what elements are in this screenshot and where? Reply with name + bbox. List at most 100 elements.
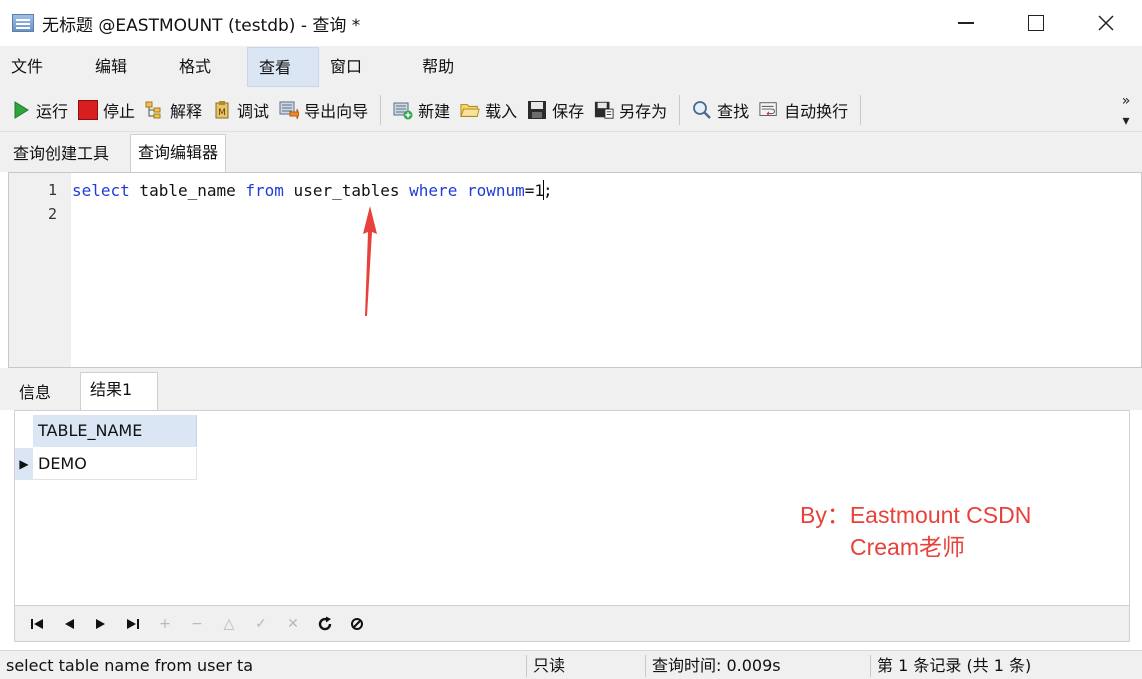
tab-query-editor[interactable]: 查询编辑器 [130, 134, 227, 172]
record-navigator: + − △ ✓ ✕ [14, 606, 1130, 642]
add-record-icon[interactable]: + [149, 609, 181, 639]
line-number: 2 [47, 205, 57, 223]
toolbar-overflow-chevron-icon[interactable]: » ▾ [1116, 88, 1136, 132]
result-tab-strip: 信息 结果1 [0, 368, 1142, 410]
export-wizard-button[interactable]: 导出向导 [274, 92, 373, 128]
save-button[interactable]: 保存 [522, 92, 589, 128]
find-button[interactable]: 查找 [687, 92, 754, 128]
watermark-line-2: Cream老师 [850, 534, 966, 560]
word-wrap-button[interactable]: 自动换行 [754, 92, 853, 128]
word-wrap-icon [759, 100, 779, 120]
identifier-user-tables: user_tables [283, 181, 410, 200]
load-button[interactable]: 载入 [455, 92, 522, 128]
semicolon: ; [543, 181, 553, 200]
status-separator [526, 655, 527, 677]
operator-equals: = [524, 181, 535, 200]
line-number-gutter: 1 2 [9, 173, 71, 367]
maximize-button[interactable] [1001, 0, 1071, 46]
status-separator [870, 655, 871, 677]
toolbar-separator [860, 94, 862, 125]
column-header-table-name[interactable]: TABLE_NAME [33, 415, 197, 447]
toolbar: 运行 停止 解释 M 调试 导出向导 新建 载入 保存 另存为 查找 自动换行 [0, 88, 1142, 132]
find-label: 查找 [717, 101, 750, 121]
watermark-line-1: By：Eastmount CSDN [800, 502, 1032, 528]
editor-tab-strip: 查询创建工具 查询编辑器 [0, 132, 1142, 172]
status-separator [645, 655, 646, 677]
keyword-where: where [409, 181, 458, 200]
apply-changes-icon[interactable]: ✓ [245, 609, 277, 639]
menu-view[interactable]: 查看 [247, 47, 320, 87]
refresh-icon[interactable] [309, 609, 341, 639]
close-button[interactable] [1071, 0, 1141, 46]
debug-button[interactable]: M 调试 [207, 92, 274, 128]
current-row-indicator-icon[interactable]: ▶ [15, 448, 33, 480]
minimize-button[interactable] [931, 0, 1001, 46]
run-button[interactable]: 运行 [6, 92, 73, 128]
tab-query-builder[interactable]: 查询创建工具 [6, 138, 116, 172]
menu-bar: 文件 编辑 格式 查看 窗口 帮助 [0, 46, 1142, 88]
stop-icon [78, 99, 99, 120]
grid-corner [15, 415, 33, 447]
menu-file[interactable]: 文件 [0, 47, 54, 87]
table-cell[interactable]: DEMO [33, 448, 197, 480]
menu-help[interactable]: 帮助 [411, 47, 465, 87]
explain-label: 解释 [170, 101, 203, 121]
save-as-label: 另存为 [619, 101, 668, 121]
stop-query-icon[interactable] [341, 609, 373, 639]
author-watermark: By：Eastmount CSDN Cream老师 [800, 499, 1031, 563]
status-record-count: 第 1 条记录 (共 1 条) [877, 656, 1032, 675]
menu-format[interactable]: 格式 [168, 47, 222, 87]
stop-button[interactable]: 停止 [73, 92, 140, 128]
last-record-icon[interactable] [117, 609, 149, 639]
svg-text:M: M [218, 108, 226, 118]
export-wizard-label: 导出向导 [304, 101, 369, 121]
folder-open-icon [460, 100, 480, 120]
status-sql-preview: select table name from user ta [6, 656, 254, 675]
next-record-icon[interactable] [85, 609, 117, 639]
grid-app-icon [12, 14, 34, 32]
save-as-icon [594, 100, 614, 120]
explain-tree-icon [145, 100, 165, 120]
maximize-icon [1028, 15, 1044, 31]
explain-button[interactable]: 解释 [140, 92, 207, 128]
debug-icon: M [212, 100, 232, 120]
result-grid[interactable]: TABLE_NAME ▶ DEMO By：Eastmount CSDN Crea… [14, 410, 1130, 606]
word-wrap-label: 自动换行 [784, 101, 849, 121]
save-disk-icon [527, 100, 547, 120]
save-label: 保存 [552, 101, 585, 121]
play-icon [11, 100, 31, 120]
code-line[interactable]: select table_name from user_tables where… [72, 180, 553, 200]
keyword-select: select [72, 181, 130, 200]
tab-info[interactable]: 信息 [10, 376, 60, 412]
menu-window[interactable]: 窗口 [319, 47, 373, 87]
delete-record-icon[interactable]: − [181, 609, 213, 639]
new-label: 新建 [418, 101, 451, 121]
debug-label: 调试 [237, 101, 270, 121]
run-label: 运行 [36, 101, 69, 121]
new-button[interactable]: 新建 [388, 92, 455, 128]
status-query-time: 查询时间: 0.009s [652, 656, 781, 675]
minimize-icon [958, 22, 974, 24]
status-bar: select table name from user ta 只读 查询时间: … [0, 650, 1142, 679]
window-title: 无标题 @EASTMOUNT (testdb) - 查询 * [42, 15, 361, 36]
menu-edit[interactable]: 编辑 [84, 47, 138, 87]
annotation-arrow-icon [363, 206, 377, 316]
keyword-from: from [245, 181, 284, 200]
tab-result-1[interactable]: 结果1 [80, 372, 158, 410]
close-icon [1098, 15, 1114, 31]
title-bar: 无标题 @EASTMOUNT (testdb) - 查询 * [0, 0, 1142, 46]
identifier-table-name: table_name [129, 181, 246, 200]
first-record-icon[interactable] [21, 609, 53, 639]
status-read-only: 只读 [533, 656, 566, 675]
cancel-changes-icon[interactable]: ✕ [277, 609, 309, 639]
prev-record-icon[interactable] [53, 609, 85, 639]
keyword-rownum: rownum [457, 181, 525, 200]
edit-record-icon[interactable]: △ [213, 609, 245, 639]
save-as-button[interactable]: 另存为 [589, 92, 672, 128]
sql-editor[interactable]: 1 2 select table_name from user_tables w… [8, 172, 1142, 368]
stop-label: 停止 [103, 101, 136, 121]
export-wizard-icon [279, 100, 300, 120]
new-query-icon [393, 100, 413, 120]
magnifier-icon [692, 100, 712, 120]
toolbar-separator [679, 94, 681, 125]
